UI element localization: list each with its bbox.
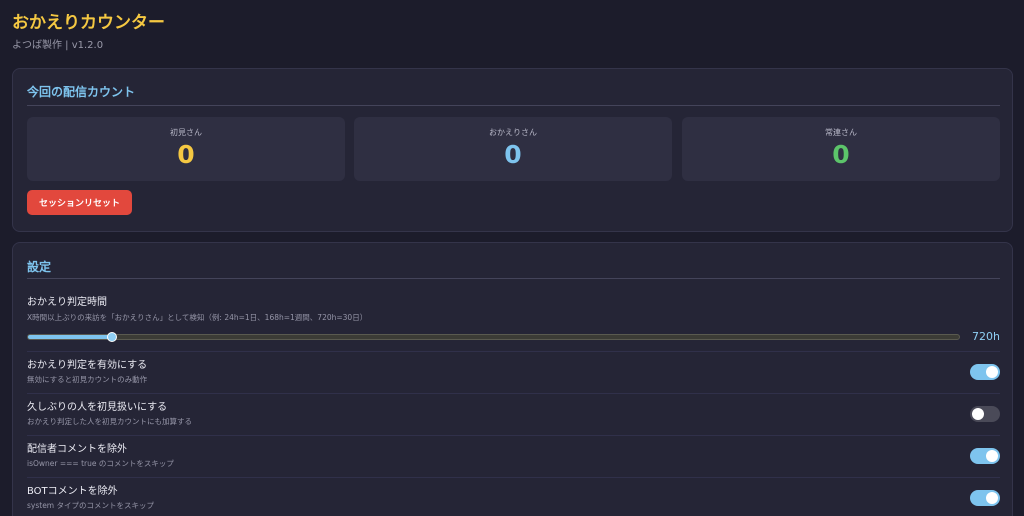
row-divider xyxy=(27,477,1000,478)
slider-thumb[interactable] xyxy=(106,332,117,342)
threshold-slider[interactable] xyxy=(27,332,960,342)
app-title: おかえりカウンター xyxy=(12,13,165,33)
row-divider xyxy=(27,435,1000,436)
session-reset-button[interactable]: セッションリセット xyxy=(27,190,132,215)
toggle-exclude-owner[interactable] xyxy=(970,448,1000,464)
setting-desc-exclude-owner: isOwner === true のコメントをスキップ xyxy=(27,459,174,468)
threshold-title: おかえり判定時間 xyxy=(27,297,107,308)
setting-desc-long-absence-first: おかえり判定した人を初見カウントにも加算する xyxy=(27,417,192,426)
app-window: おかえりカウンター よつば製作 | v1.2.0 今回の配信カウント 初見さん … xyxy=(0,0,1024,516)
setting-title-returner-enabled: おかえり判定を有効にする xyxy=(27,360,148,371)
row-divider xyxy=(27,393,1000,394)
session-heading: 今回の配信カウント xyxy=(27,85,136,99)
row-divider xyxy=(27,351,1000,352)
setting-title-exclude-bot: BOTコメントを除外 xyxy=(27,486,118,497)
counter-label: おかえりさん xyxy=(489,128,537,137)
toggle-knob xyxy=(986,366,998,378)
toggle-knob xyxy=(986,492,998,504)
toggle-knob xyxy=(972,408,984,420)
slider-fill xyxy=(28,335,112,339)
counter-first-timers: 初見さん 0 xyxy=(27,117,345,181)
toggle-exclude-bot[interactable] xyxy=(970,490,1000,506)
setting-title-long-absence-first: 久しぶりの人を初見扱いにする xyxy=(27,402,168,413)
toggle-returner-enabled[interactable] xyxy=(970,364,1000,380)
threshold-value: 720h xyxy=(972,330,1000,343)
app-subtitle: よつば製作 | v1.2.0 xyxy=(12,40,104,51)
counter-value: 0 xyxy=(177,140,195,169)
threshold-description: X時間以上ぶりの来訪を「おかえりさん」として検知（例: 24h=1日、168h=… xyxy=(27,313,368,322)
counter-regulars: 常連さん 0 xyxy=(682,117,1000,181)
toggle-knob xyxy=(986,450,998,462)
setting-desc-returner-enabled: 無効にすると初見カウントのみ動作 xyxy=(27,375,148,384)
session-divider xyxy=(27,105,1000,106)
counter-value: 0 xyxy=(504,140,522,169)
counter-label: 常連さん xyxy=(825,128,857,137)
settings-panel: 設定 おかえり判定時間 X時間以上ぶりの来訪を「おかえりさん」として検知（例: … xyxy=(12,242,1013,516)
settings-divider xyxy=(27,278,1000,279)
settings-heading: 設定 xyxy=(27,260,52,274)
counter-value: 0 xyxy=(832,140,850,169)
session-count-panel: 今回の配信カウント 初見さん 0 おかえりさん 0 常連さん 0 セッションリセ… xyxy=(12,68,1013,232)
setting-desc-exclude-bot: system タイプのコメントをスキップ xyxy=(27,501,154,510)
setting-title-exclude-owner: 配信者コメントを除外 xyxy=(27,444,127,455)
counter-label: 初見さん xyxy=(170,128,202,137)
counter-returners: おかえりさん 0 xyxy=(354,117,672,181)
toggle-long-absence-first[interactable] xyxy=(970,406,1000,422)
